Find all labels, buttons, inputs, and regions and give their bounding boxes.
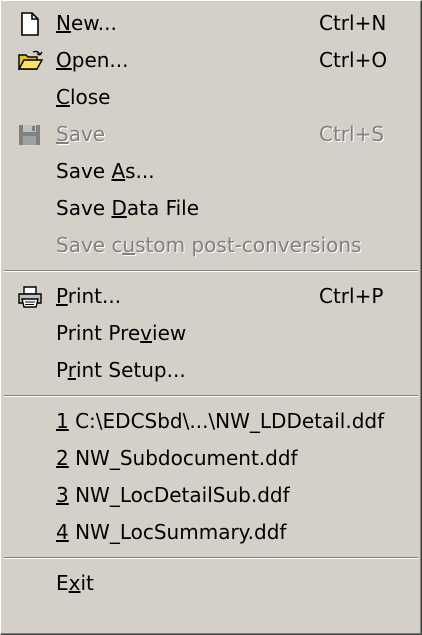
menu-item-open[interactable]: Open... Ctrl+O — [1, 42, 421, 79]
floppy-disk-icon — [17, 122, 43, 146]
mnemonic-key: P — [56, 284, 68, 308]
mnemonic-key: 3 — [56, 483, 69, 507]
menu-item-exit[interactable]: Exit — [1, 565, 421, 602]
label-suffix: NW_LocDetailSub.ddf — [68, 483, 290, 507]
open-folder-icon — [17, 48, 44, 72]
shortcut-label: Ctrl+N — [319, 11, 387, 35]
mnemonic-key: N — [56, 11, 71, 35]
mnemonic-key: 4 — [56, 520, 69, 544]
menu-item-label: New... — [56, 5, 117, 42]
menu-item-save-as[interactable]: Save As... — [1, 153, 421, 190]
menu-item-recent-4[interactable]: 4 NW_LocSummary.ddf — [1, 514, 421, 551]
menu-item-label: 2 NW_Subdocument.ddf — [56, 440, 298, 477]
menu-items: New... Ctrl+N Open... Ctrl+O Close Save Ctrl+S… — [1, 5, 421, 602]
label-suffix: stom post-conversions — [135, 233, 362, 257]
label-suffix: C:\EDCSbd\...\NW_LDDetail.ddf — [68, 409, 385, 433]
menu-item-recent-3[interactable]: 3 NW_LocDetailSub.ddf — [1, 477, 421, 514]
menu-item-close[interactable]: Close — [1, 79, 421, 116]
menu-item-label: 4 NW_LocSummary.ddf — [56, 514, 286, 551]
mnemonic-key: C — [56, 85, 70, 109]
menu-item-label: Save Data File — [56, 190, 199, 227]
menu-item-label: Close — [56, 79, 111, 116]
label-suffix: rint... — [67, 284, 122, 308]
mnemonic-key: 1 — [56, 409, 69, 433]
menu-item-print[interactable]: Print... Ctrl+P — [1, 278, 421, 315]
label-prefix: E — [56, 571, 69, 595]
menu-item-label: Print... — [56, 278, 121, 315]
menu-item-recent-1[interactable]: 1 C:\EDCSbd\...\NW_LDDetail.ddf — [1, 403, 421, 440]
menu-item-save-custom-post-conversions: Save custom post-conversions — [1, 227, 421, 264]
shortcut-label: Ctrl+S — [319, 122, 385, 146]
label-prefix: Save — [56, 196, 112, 220]
mnemonic-key: O — [56, 48, 72, 72]
label-suffix: ew... — [70, 11, 117, 35]
label-prefix: Save — [56, 159, 112, 183]
label-suffix: it — [80, 571, 94, 595]
label-suffix: iew — [152, 321, 187, 345]
label-suffix: lose — [69, 85, 111, 109]
mnemonic-key: u — [122, 233, 136, 257]
shortcut-label: Ctrl+P — [319, 284, 384, 308]
label-suffix: NW_LocSummary.ddf — [68, 520, 287, 544]
shortcut-label: Ctrl+O — [319, 48, 388, 72]
menu-item-recent-2[interactable]: 2 NW_Subdocument.ddf — [1, 440, 421, 477]
mnemonic-key: 2 — [56, 446, 69, 470]
mnemonic-key: A — [111, 159, 126, 183]
printer-icon — [17, 284, 43, 308]
file-menu: New... Ctrl+N Open... Ctrl+O Close Save Ctrl+S… — [0, 0, 422, 635]
menu-item-print-setup[interactable]: Print Setup... — [1, 352, 421, 389]
menu-separator — [1, 389, 421, 403]
menu-item-label: 3 NW_LocDetailSub.ddf — [56, 477, 290, 514]
mnemonic-key: v — [140, 321, 153, 345]
mnemonic-key: D — [111, 196, 127, 220]
menu-item-print-preview[interactable]: Print Preview — [1, 315, 421, 352]
menu-item-label: Save As... — [56, 153, 155, 190]
menu-item-save: Save Ctrl+S — [1, 116, 421, 153]
menu-item-label: 1 C:\EDCSbd\...\NW_LDDetail.ddf — [56, 403, 384, 440]
label-prefix: Save c — [56, 233, 123, 257]
mnemonic-key: S — [56, 122, 69, 146]
label-suffix: ave — [68, 122, 106, 146]
mnemonic-key: x — [68, 571, 81, 595]
label-suffix: NW_Subdocument.ddf — [68, 446, 298, 470]
label-suffix: pen... — [71, 48, 129, 72]
menu-separator — [1, 264, 421, 278]
label-suffix: ata File — [126, 196, 200, 220]
label-prefix: P — [56, 358, 68, 382]
label-prefix: Print Pre — [56, 321, 141, 345]
label-suffix: s... — [125, 159, 155, 183]
menu-item-label: Save custom post-conversions — [56, 227, 361, 264]
menu-item-label: Print Setup... — [56, 352, 186, 389]
menu-separator — [1, 551, 421, 565]
new-document-icon — [17, 11, 43, 36]
label-suffix: int Setup... — [75, 358, 186, 382]
menu-item-new[interactable]: New... Ctrl+N — [1, 5, 421, 42]
menu-item-label: Print Preview — [56, 315, 186, 352]
menu-item-save-data-file[interactable]: Save Data File — [1, 190, 421, 227]
menu-item-label: Open... — [56, 42, 129, 79]
menu-item-label: Exit — [56, 565, 94, 602]
mnemonic-key: r — [67, 358, 76, 382]
menu-item-label: Save — [56, 116, 105, 153]
